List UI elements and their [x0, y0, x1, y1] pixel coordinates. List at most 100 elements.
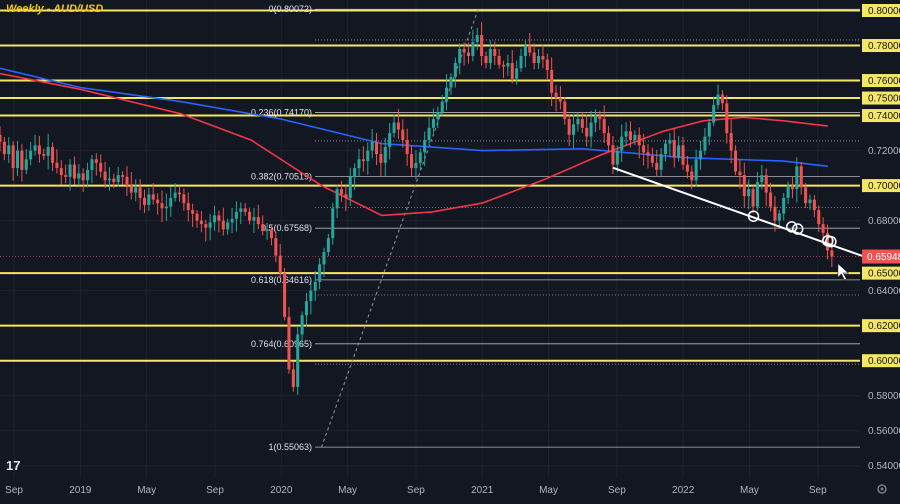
- candle-body: [283, 273, 287, 317]
- candle-body: [296, 334, 300, 387]
- candle-body: [107, 178, 111, 181]
- svg-text:17: 17: [6, 458, 20, 473]
- candle-body: [773, 206, 777, 221]
- candle-body: [42, 154, 46, 156]
- candle-body: [99, 162, 103, 172]
- candle-body: [471, 42, 475, 57]
- chart-background: [0, 0, 900, 499]
- candle-body: [125, 176, 129, 186]
- candle-body: [309, 290, 313, 302]
- candle-body: [576, 119, 580, 125]
- candle-body: [751, 189, 755, 207]
- candle-body: [808, 199, 812, 204]
- candle-body: [777, 213, 781, 221]
- fib-label: 1(0.55063): [268, 442, 312, 452]
- candle-body: [287, 316, 291, 370]
- candle-body: [659, 154, 663, 170]
- candle-body: [628, 131, 633, 141]
- candle-body: [453, 63, 457, 78]
- candle-body: [593, 115, 597, 123]
- candle-body: [668, 140, 672, 144]
- candle-body: [716, 94, 720, 106]
- candle-body: [554, 92, 558, 99]
- candle-body: [690, 171, 694, 181]
- candle-body: [383, 147, 387, 163]
- candle-body: [545, 59, 549, 71]
- candle-body: [607, 133, 611, 146]
- candle-body: [698, 150, 703, 160]
- x-tick-label: 2019: [69, 485, 92, 496]
- candle-body: [440, 101, 444, 113]
- candle-body: [357, 159, 361, 169]
- candle-body: [830, 250, 834, 257]
- candle-body: [821, 224, 825, 233]
- x-tick-label: May: [338, 485, 357, 496]
- candle-body: [677, 145, 681, 158]
- candle-body: [742, 175, 746, 197]
- candle-body: [304, 301, 309, 316]
- candle-body: [392, 122, 396, 134]
- candle-body: [418, 152, 422, 163]
- candle-body: [602, 119, 606, 134]
- candle-body: [427, 127, 431, 141]
- candle-body: [804, 187, 808, 204]
- candle-body: [68, 164, 72, 177]
- candle-body: [532, 52, 536, 64]
- candle-body: [0, 134, 2, 142]
- candle-body: [786, 185, 790, 198]
- candle-body: [160, 203, 164, 209]
- candle-body: [663, 143, 668, 155]
- candle-body: [243, 208, 247, 212]
- candle-body: [291, 369, 295, 387]
- candle-body: [269, 229, 273, 239]
- candle-body: [151, 194, 155, 200]
- candle-body: [396, 122, 400, 130]
- candle-body: [156, 199, 160, 204]
- candle-body: [501, 64, 506, 67]
- candle-body: [147, 194, 151, 205]
- candle-body: [655, 162, 659, 170]
- chart-area[interactable]: 0(0.80072) 0.236(0.74170) 0.382(0.70519) 0.…: [0, 0, 900, 499]
- candle-body: [401, 129, 405, 141]
- candle-body: [458, 49, 462, 64]
- candle-body: [177, 192, 182, 195]
- candle-body: [729, 133, 733, 151]
- candle-body: [226, 222, 230, 230]
- candle-body: [195, 213, 199, 221]
- candle-body: [213, 215, 217, 223]
- x-tick-label: May: [740, 485, 759, 496]
- candle-body: [366, 150, 370, 162]
- candle-body: [217, 215, 221, 221]
- candle-body: [261, 224, 265, 232]
- candle-body: [173, 192, 177, 198]
- fib-label: 0.764(0.60965): [251, 339, 312, 349]
- candle-body: [760, 175, 764, 183]
- chart-title: Weekly - AUD/USD: [6, 3, 103, 15]
- candle-body: [764, 175, 768, 193]
- candle-body: [642, 145, 646, 153]
- candle-body: [134, 187, 138, 193]
- candle-body: [112, 178, 116, 183]
- candle-body: [493, 49, 497, 57]
- candle-body: [488, 49, 492, 64]
- candle-body: [694, 159, 698, 181]
- x-tick-label: 2022: [672, 485, 695, 496]
- candle-body: [466, 52, 471, 57]
- candle-body: [278, 255, 282, 274]
- candle-body: [480, 35, 484, 57]
- tradingview-logo: 17: [6, 458, 20, 473]
- y-tick-label: 0.78000: [868, 41, 900, 52]
- y-tick-label: 0.65000: [868, 269, 900, 280]
- candle-body: [15, 150, 20, 169]
- candle-body: [129, 185, 133, 193]
- candle-body: [484, 56, 488, 64]
- candle-body: [186, 203, 190, 211]
- candle-body: [506, 63, 510, 67]
- candle-body: [475, 35, 479, 43]
- candle-body: [414, 162, 418, 169]
- candle-body: [252, 217, 256, 221]
- candle-body: [191, 210, 195, 214]
- chart-svg[interactable]: 0(0.80072)0.236(0.74170)0.382(0.70519)0.…: [0, 0, 900, 499]
- y-tick-label: 0.72000: [868, 146, 900, 157]
- y-tick-label: 0.74000: [868, 111, 900, 122]
